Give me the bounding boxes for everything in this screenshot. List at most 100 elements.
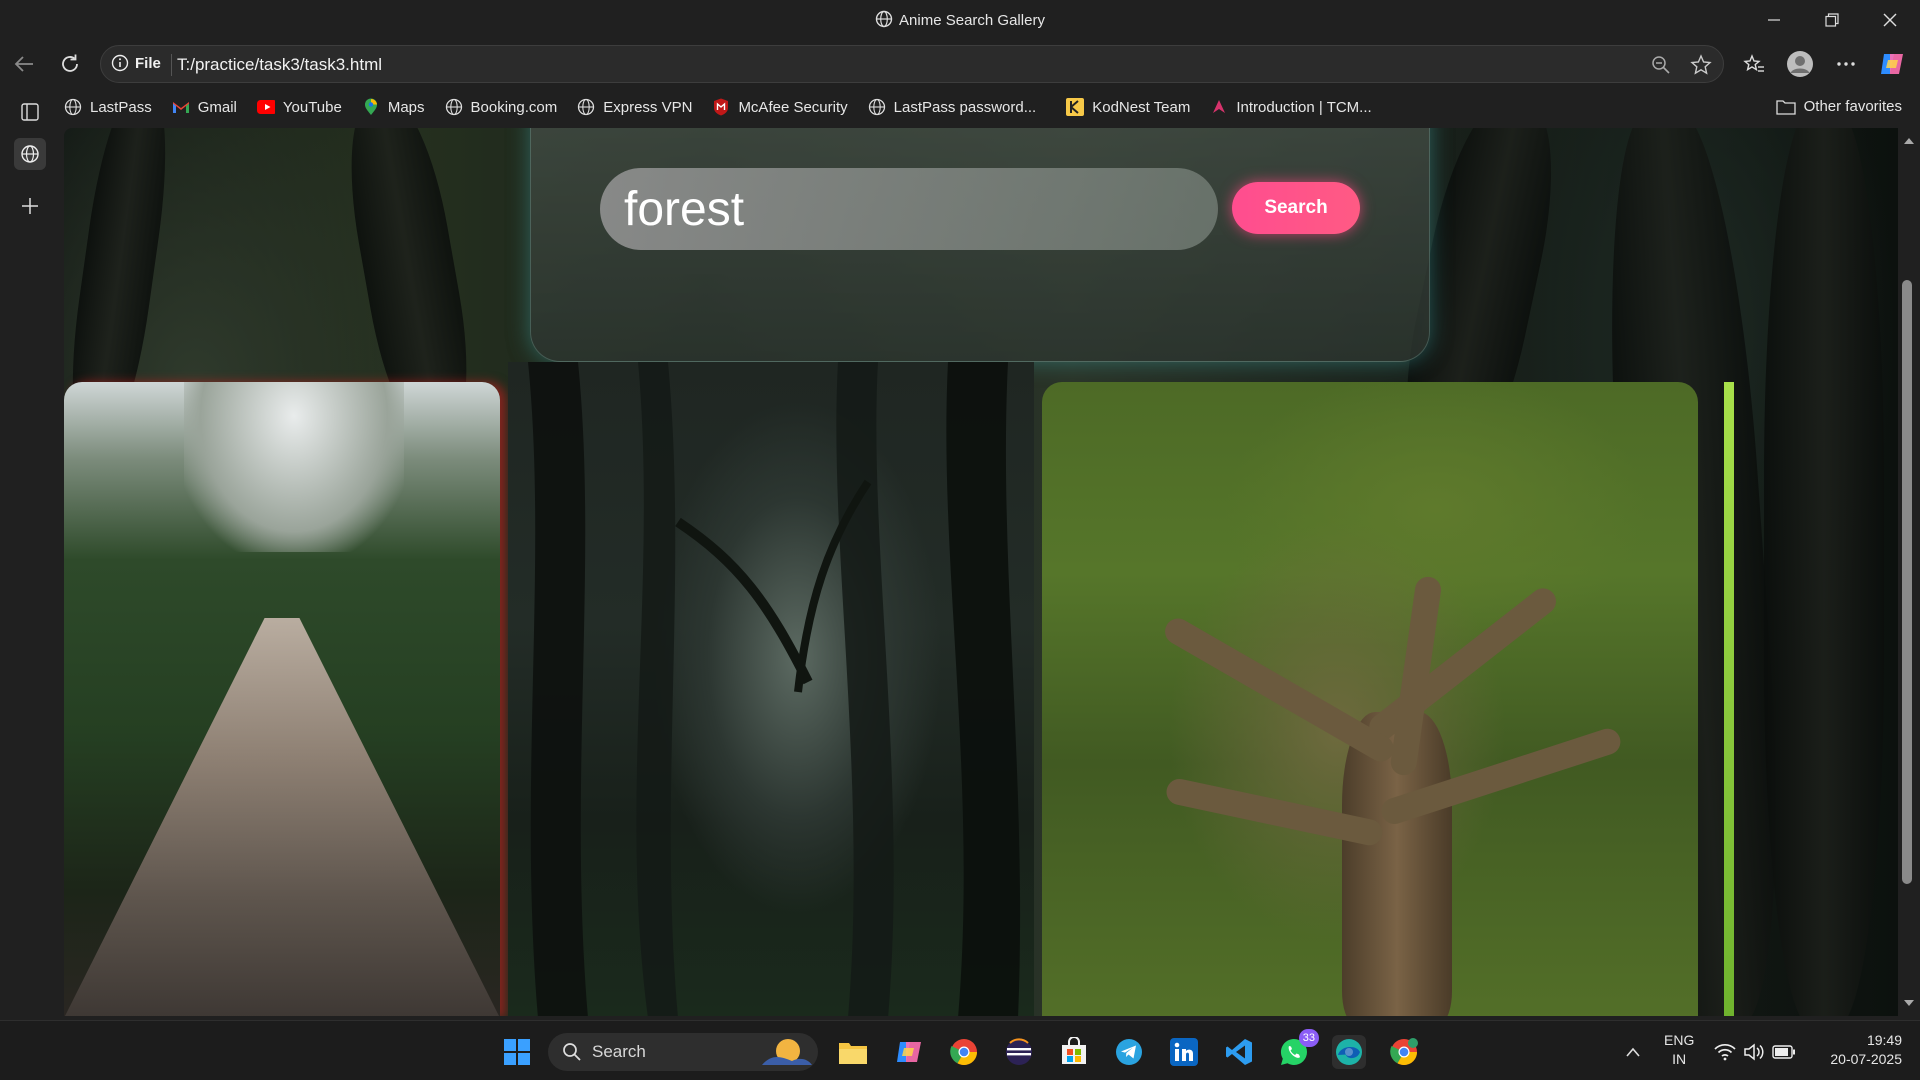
taskbar-search-label: Search — [592, 1042, 646, 1061]
taskbar-whatsapp[interactable]: 33 — [1277, 1029, 1319, 1069]
language-indicator[interactable]: ENG IN — [1664, 1031, 1694, 1069]
taskbar-copilot[interactable] — [892, 1035, 926, 1069]
scrollbar-thumb[interactable] — [1902, 280, 1912, 884]
minimize-button[interactable] — [1746, 0, 1802, 40]
minimize-icon — [1768, 19, 1780, 21]
favorite-expressvpn[interactable]: Express VPN — [577, 98, 692, 116]
region-code: IN — [1672, 1051, 1687, 1067]
favorite-tcm[interactable]: Introduction | TCM... — [1210, 98, 1372, 116]
favorite-youtube[interactable]: YouTube — [256, 98, 342, 116]
favorite-lastpass[interactable]: LastPass — [64, 98, 152, 116]
taskbar-chrome[interactable] — [947, 1035, 981, 1069]
title-bar: Anime Search Gallery — [0, 0, 1920, 40]
edge-icon — [1336, 1039, 1362, 1065]
globe-icon — [445, 98, 463, 116]
address-divider — [171, 54, 172, 76]
zoom-button[interactable] — [1649, 53, 1673, 77]
quick-settings-button[interactable] — [1710, 1035, 1800, 1069]
copilot-button[interactable] — [1876, 48, 1908, 80]
new-tab-button[interactable] — [14, 190, 46, 222]
search-input[interactable] — [600, 168, 1218, 250]
start-button[interactable] — [500, 1035, 534, 1069]
search-highlight-icon — [762, 1039, 812, 1065]
address-bar[interactable]: File T:/practice/task3/task3.html — [100, 45, 1724, 83]
site-info-button[interactable]: File — [111, 54, 161, 72]
zoom-out-icon — [1652, 56, 1670, 74]
taskbar-chrome-profile[interactable] — [1387, 1035, 1421, 1069]
taskbar-eclipse[interactable] — [1002, 1035, 1036, 1069]
window-title: Anime Search Gallery — [0, 10, 1920, 32]
favorites-bar: LastPass Gmail YouTube Maps Booking.com … — [64, 90, 1914, 124]
favorite-gmail[interactable]: Gmail — [172, 98, 237, 116]
tray-overflow-button[interactable] — [1616, 1035, 1650, 1069]
favorite-label: Maps — [387, 98, 425, 116]
restore-icon — [1825, 13, 1839, 27]
other-favorites-button[interactable]: Other favorites — [1775, 98, 1902, 115]
taskbar-file-explorer[interactable] — [836, 1035, 870, 1069]
taskbar-vscode[interactable] — [1222, 1035, 1256, 1069]
eclipse-icon — [1006, 1038, 1032, 1065]
gallery-image-big-tree[interactable] — [1042, 382, 1698, 1016]
gallery-image-bridge[interactable] — [64, 382, 500, 1016]
scheme-label: File — [135, 54, 161, 72]
back-arrow-icon — [14, 56, 33, 72]
whatsapp-notification-badge: 33 — [1298, 1029, 1319, 1047]
windows-logo-icon — [504, 1039, 530, 1065]
favorite-maps[interactable]: Maps — [362, 98, 425, 116]
star-icon — [1690, 54, 1712, 75]
image-bridge-path — [64, 618, 500, 1016]
clock-date: 20-07-2025 — [1830, 1051, 1902, 1067]
image-tree-branch — [1160, 613, 1399, 767]
settings-more-button[interactable] — [1830, 48, 1862, 80]
gallery-image-partial[interactable] — [1724, 382, 1734, 1016]
favorite-lastpass-password[interactable]: LastPass password... — [868, 98, 1036, 116]
favorite-label: Booking.com — [470, 98, 558, 116]
taskbar-edge[interactable] — [1332, 1035, 1366, 1069]
taskbar-telegram[interactable] — [1112, 1035, 1146, 1069]
youtube-icon — [256, 98, 275, 116]
clock-time: 19:49 — [1866, 1032, 1902, 1048]
favorite-mcafee[interactable]: McAfee Security — [712, 98, 848, 116]
favorite-star-button[interactable] — [1689, 53, 1713, 77]
clock[interactable]: 19:49 20-07-2025 — [1812, 1031, 1902, 1069]
file-explorer-icon — [839, 1043, 867, 1064]
globe-icon — [64, 98, 82, 116]
favorite-label: Gmail — [197, 98, 237, 116]
copilot-icon — [897, 1042, 921, 1062]
close-window-button[interactable] — [1862, 0, 1918, 40]
linkedin-icon — [1170, 1038, 1198, 1066]
url-text[interactable]: T:/practice/task3/task3.html — [177, 55, 382, 75]
back-button[interactable] — [8, 48, 40, 80]
profile-button[interactable] — [1784, 48, 1816, 80]
kodnest-icon — [1066, 98, 1085, 116]
taskbar-search[interactable]: Search — [548, 1033, 818, 1071]
favorites-hub-button[interactable] — [1738, 48, 1770, 80]
scroll-down-icon — [1904, 1000, 1914, 1006]
taskbar: Search 33 ENG IN 19:49 20-07-2025 — [0, 1020, 1920, 1080]
taskbar-linkedin[interactable] — [1167, 1035, 1201, 1069]
taskbar-store[interactable] — [1057, 1035, 1091, 1069]
close-icon — [1883, 13, 1897, 27]
refresh-button[interactable] — [54, 48, 86, 80]
vscode-icon — [1226, 1039, 1252, 1065]
active-tab[interactable] — [14, 138, 46, 170]
other-favorites-label: Other favorites — [1803, 98, 1902, 115]
globe-icon — [21, 145, 39, 163]
favorite-kodnest[interactable]: KodNest Team — [1066, 98, 1190, 116]
refresh-icon — [62, 54, 78, 72]
image-sky — [184, 382, 404, 552]
favorite-label: Express VPN — [603, 98, 693, 116]
tab-actions-icon — [21, 103, 39, 121]
chevron-up-icon — [1626, 1047, 1640, 1057]
info-icon — [111, 54, 129, 72]
navigation-row: File T:/practice/task3/task3.html — [0, 42, 1920, 86]
restore-button[interactable] — [1804, 0, 1860, 40]
favorite-booking[interactable]: Booking.com — [445, 98, 558, 116]
image-forest-trunks — [528, 362, 1021, 1016]
copilot-icon — [1881, 54, 1903, 74]
tab-actions-button[interactable] — [14, 96, 46, 128]
search-button[interactable]: Search — [1232, 182, 1360, 234]
telegram-icon — [1116, 1039, 1142, 1065]
globe-icon — [868, 98, 886, 116]
gallery-image-dark-forest[interactable] — [508, 362, 1034, 1016]
